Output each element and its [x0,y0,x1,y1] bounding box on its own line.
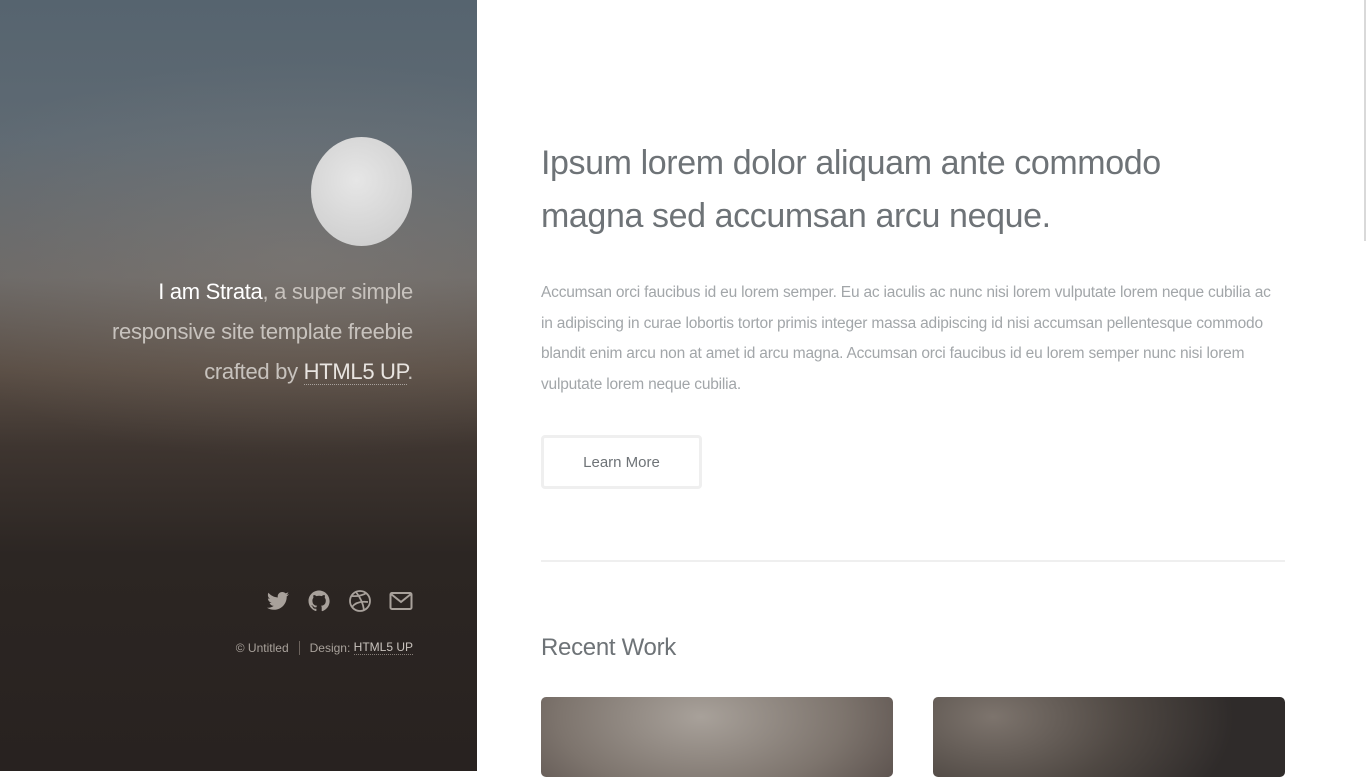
avatar [311,137,412,246]
intro-name: I am Strata [158,279,263,304]
page-headline: Ipsum lorem dolor aliquam ante commodo m… [541,137,1201,243]
intro-text: I am Strata, a super simple responsive s… [73,272,413,392]
intro-html5up-link[interactable]: HTML5 UP [303,359,407,385]
intro-period: . [407,359,413,384]
envelope-icon[interactable] [389,589,413,613]
intro-paragraph: Accumsan orci faucibus id eu lorem sempe… [541,284,1271,393]
copyright-text: © Untitled [235,640,289,655]
headline-line-2: magna sed accumsan arcu neque. [541,197,1051,235]
github-icon[interactable] [307,589,331,613]
social-icons [266,587,413,615]
headline-line-1: Ipsum lorem dolor aliquam ante commodo [541,144,1161,182]
recent-work-thumbnail-1[interactable] [541,697,893,777]
design-label: Design: [309,640,351,655]
twitter-icon[interactable] [266,589,290,613]
copyright: © Untitled Design: HTML5 UP [236,640,413,655]
recent-work-thumbnail-2[interactable] [933,697,1285,777]
learn-more-button[interactable]: Learn More [541,435,702,489]
section-divider [541,560,1285,562]
sidebar-header: I am Strata, a super simple responsive s… [0,0,477,771]
copyright-divider [298,640,300,655]
dribbble-icon[interactable] [348,589,372,613]
recent-work-heading: Recent Work [541,634,676,661]
main-content: Ipsum lorem dolor aliquam ante commodo m… [477,0,1366,777]
design-html5up-link[interactable]: HTML5 UP [353,640,413,655]
